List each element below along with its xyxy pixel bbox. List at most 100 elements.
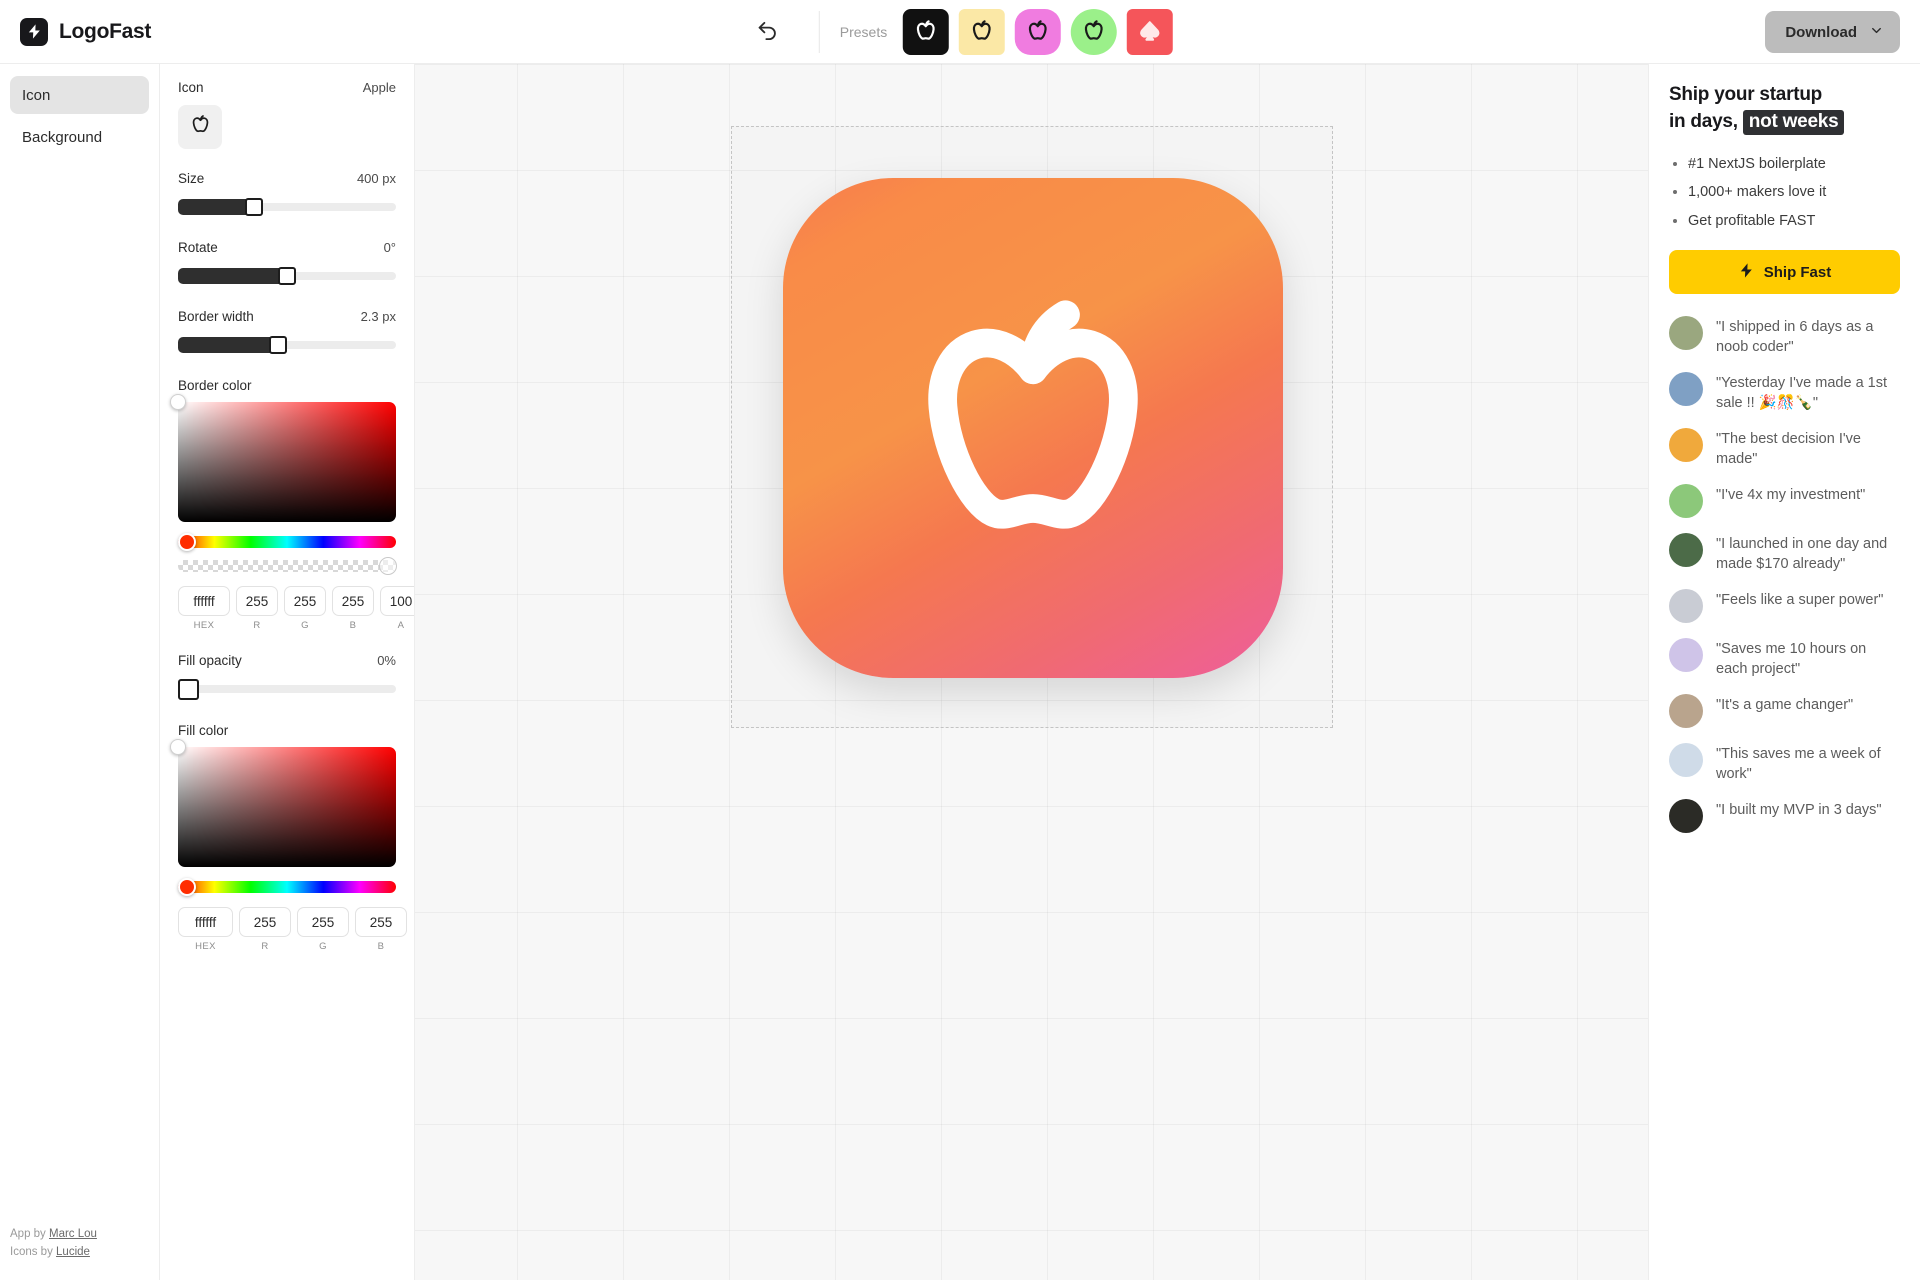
fill-g-input[interactable]	[297, 907, 349, 937]
preset-red[interactable]	[1127, 9, 1174, 55]
tab-label-icon: Icon	[22, 86, 51, 104]
testimonial-quote: "I built my MVP in 3 days"	[1716, 802, 1882, 819]
border-r-field: R	[236, 586, 278, 631]
testimonial-item[interactable]: "I built my MVP in 3 days"	[1669, 799, 1900, 834]
credit-app-link[interactable]: Marc Lou	[49, 1228, 97, 1240]
border-g-input[interactable]	[284, 586, 326, 616]
border-color-fields: HEX R G B A	[178, 586, 414, 631]
undo-arrow-icon	[755, 19, 778, 45]
sidebar-item-background[interactable]: Background	[10, 118, 149, 156]
border-b-input[interactable]	[332, 586, 374, 616]
top-bar: LogoFast Presets Download	[0, 0, 1920, 64]
canvas[interactable]	[415, 64, 1648, 1280]
presets-label: Presets	[839, 24, 888, 40]
testimonial-quote: "I've 4x my investment"	[1716, 487, 1866, 504]
size-thumb[interactable]	[245, 198, 264, 216]
credit-icons: Icons by Lucide	[10, 1244, 97, 1262]
fill-opacity-group: Fill opacity 0%	[178, 653, 396, 701]
fill-hex-caption: HEX	[195, 941, 216, 952]
testimonial-item[interactable]: "Saves me 10 hours on each project"	[1669, 638, 1900, 679]
border-hue-slider[interactable]	[178, 533, 396, 551]
fill-opacity-label: Fill opacity	[178, 653, 242, 668]
border-a-input[interactable]	[380, 586, 414, 616]
border-saturation-area[interactable]	[170, 394, 396, 522]
promo-heading-line2: in days, not weeks	[1669, 109, 1900, 136]
icon-picker-button[interactable]	[178, 105, 222, 149]
testimonial-quote: "Feels like a super power"	[1716, 592, 1884, 609]
brand[interactable]: LogoFast	[0, 17, 151, 46]
credit-icons-link[interactable]: Lucide	[56, 1246, 90, 1258]
preset-black[interactable]	[903, 9, 950, 55]
credit-icons-prefix: Icons by	[10, 1246, 57, 1259]
rotate-label: Rotate	[178, 240, 218, 255]
icon-row: Icon Apple	[178, 80, 396, 95]
fill-hex-input[interactable]	[178, 907, 233, 937]
rotate-thumb[interactable]	[278, 267, 296, 285]
download-wrap: Download	[1765, 11, 1900, 53]
fill-r-input[interactable]	[239, 907, 291, 937]
border-width-slider[interactable]	[178, 334, 396, 356]
credit-app: App by Marc Lou	[10, 1226, 97, 1244]
border-color-group: Border color HEX R G B	[170, 378, 414, 631]
fill-saturation-area[interactable]	[170, 739, 396, 867]
rotate-value: 0°	[383, 240, 396, 255]
testimonial-quote: "It's a game changer"	[1716, 697, 1854, 714]
fill-opacity-slider[interactable]	[178, 677, 396, 701]
avatar	[1669, 372, 1703, 407]
fill-hex-field: HEX	[178, 907, 233, 952]
border-alpha-handle[interactable]	[379, 557, 397, 575]
fill-hue-handle[interactable]	[178, 878, 196, 896]
icon-value: Apple	[362, 80, 396, 95]
rotate-slider[interactable]	[178, 265, 396, 287]
border-hue-handle[interactable]	[178, 533, 196, 551]
tab-label-background: Background	[22, 128, 103, 146]
fill-saturation-handle[interactable]	[170, 739, 186, 755]
fill-b-field: B	[355, 907, 407, 952]
rotate-group: Rotate 0°	[178, 240, 396, 287]
icon-label: Icon	[178, 80, 204, 95]
testimonial-item[interactable]: "It's a game changer"	[1669, 694, 1900, 729]
border-width-group: Border width 2.3 px	[178, 309, 396, 356]
border-hex-input[interactable]	[178, 586, 230, 616]
fill-b-input[interactable]	[355, 907, 407, 937]
border-width-thumb[interactable]	[269, 336, 288, 354]
ship-fast-button[interactable]: Ship Fast	[1669, 250, 1900, 295]
size-slider[interactable]	[178, 196, 396, 218]
border-b-field: B	[332, 586, 374, 631]
fill-hue-slider[interactable]	[178, 878, 396, 896]
border-saturation-handle[interactable]	[170, 394, 186, 410]
border-r-input[interactable]	[236, 586, 278, 616]
promo-heading-prefix: in days,	[1669, 110, 1738, 132]
testimonial-quote: "Saves me 10 hours on each project"	[1716, 641, 1867, 678]
testimonial-item[interactable]: "I've 4x my investment"	[1669, 484, 1900, 519]
download-button[interactable]: Download	[1765, 11, 1900, 53]
undo-button[interactable]	[747, 12, 787, 52]
avatar	[1669, 533, 1703, 568]
testimonial-item[interactable]: "I launched in one day and made $170 alr…	[1669, 533, 1900, 574]
border-width-label: Border width	[178, 309, 254, 324]
preset-cream[interactable]	[959, 9, 1006, 55]
fill-g-caption: G	[319, 941, 327, 952]
testimonial-item[interactable]: "Feels like a super power"	[1669, 589, 1900, 624]
fill-opacity-thumb[interactable]	[178, 679, 199, 700]
border-width-row: Border width 2.3 px	[178, 309, 396, 324]
apple-icon	[969, 18, 995, 47]
preset-green[interactable]	[1071, 9, 1118, 55]
avatar	[1669, 316, 1703, 351]
testimonial-item[interactable]: "I shipped in 6 days as a noob coder"	[1669, 316, 1900, 357]
avatar	[1669, 694, 1703, 729]
logo-preview[interactable]	[783, 178, 1283, 678]
testimonial-item[interactable]: "The best decision I've made"	[1669, 428, 1900, 469]
promo-heading-line1: Ship your startup	[1669, 84, 1823, 105]
bolt-icon	[1738, 262, 1755, 283]
fill-opacity-value: 0%	[377, 653, 396, 668]
promo-bullet: #1 NextJS boilerplate	[1669, 153, 1900, 175]
testimonial-item[interactable]: "Yesterday I've made a 1st sale !! 🎉🎊🍾"	[1669, 372, 1900, 413]
apple-icon	[1081, 18, 1107, 47]
sidebar-item-icon[interactable]: Icon	[10, 76, 149, 114]
testimonial-item[interactable]: "This saves me a week of work"	[1669, 743, 1900, 784]
testimonial-quote: "This saves me a week of work"	[1716, 746, 1881, 783]
preset-pink[interactable]	[1015, 9, 1062, 55]
border-alpha-slider[interactable]	[178, 557, 397, 575]
fill-g-field: G	[297, 907, 349, 952]
